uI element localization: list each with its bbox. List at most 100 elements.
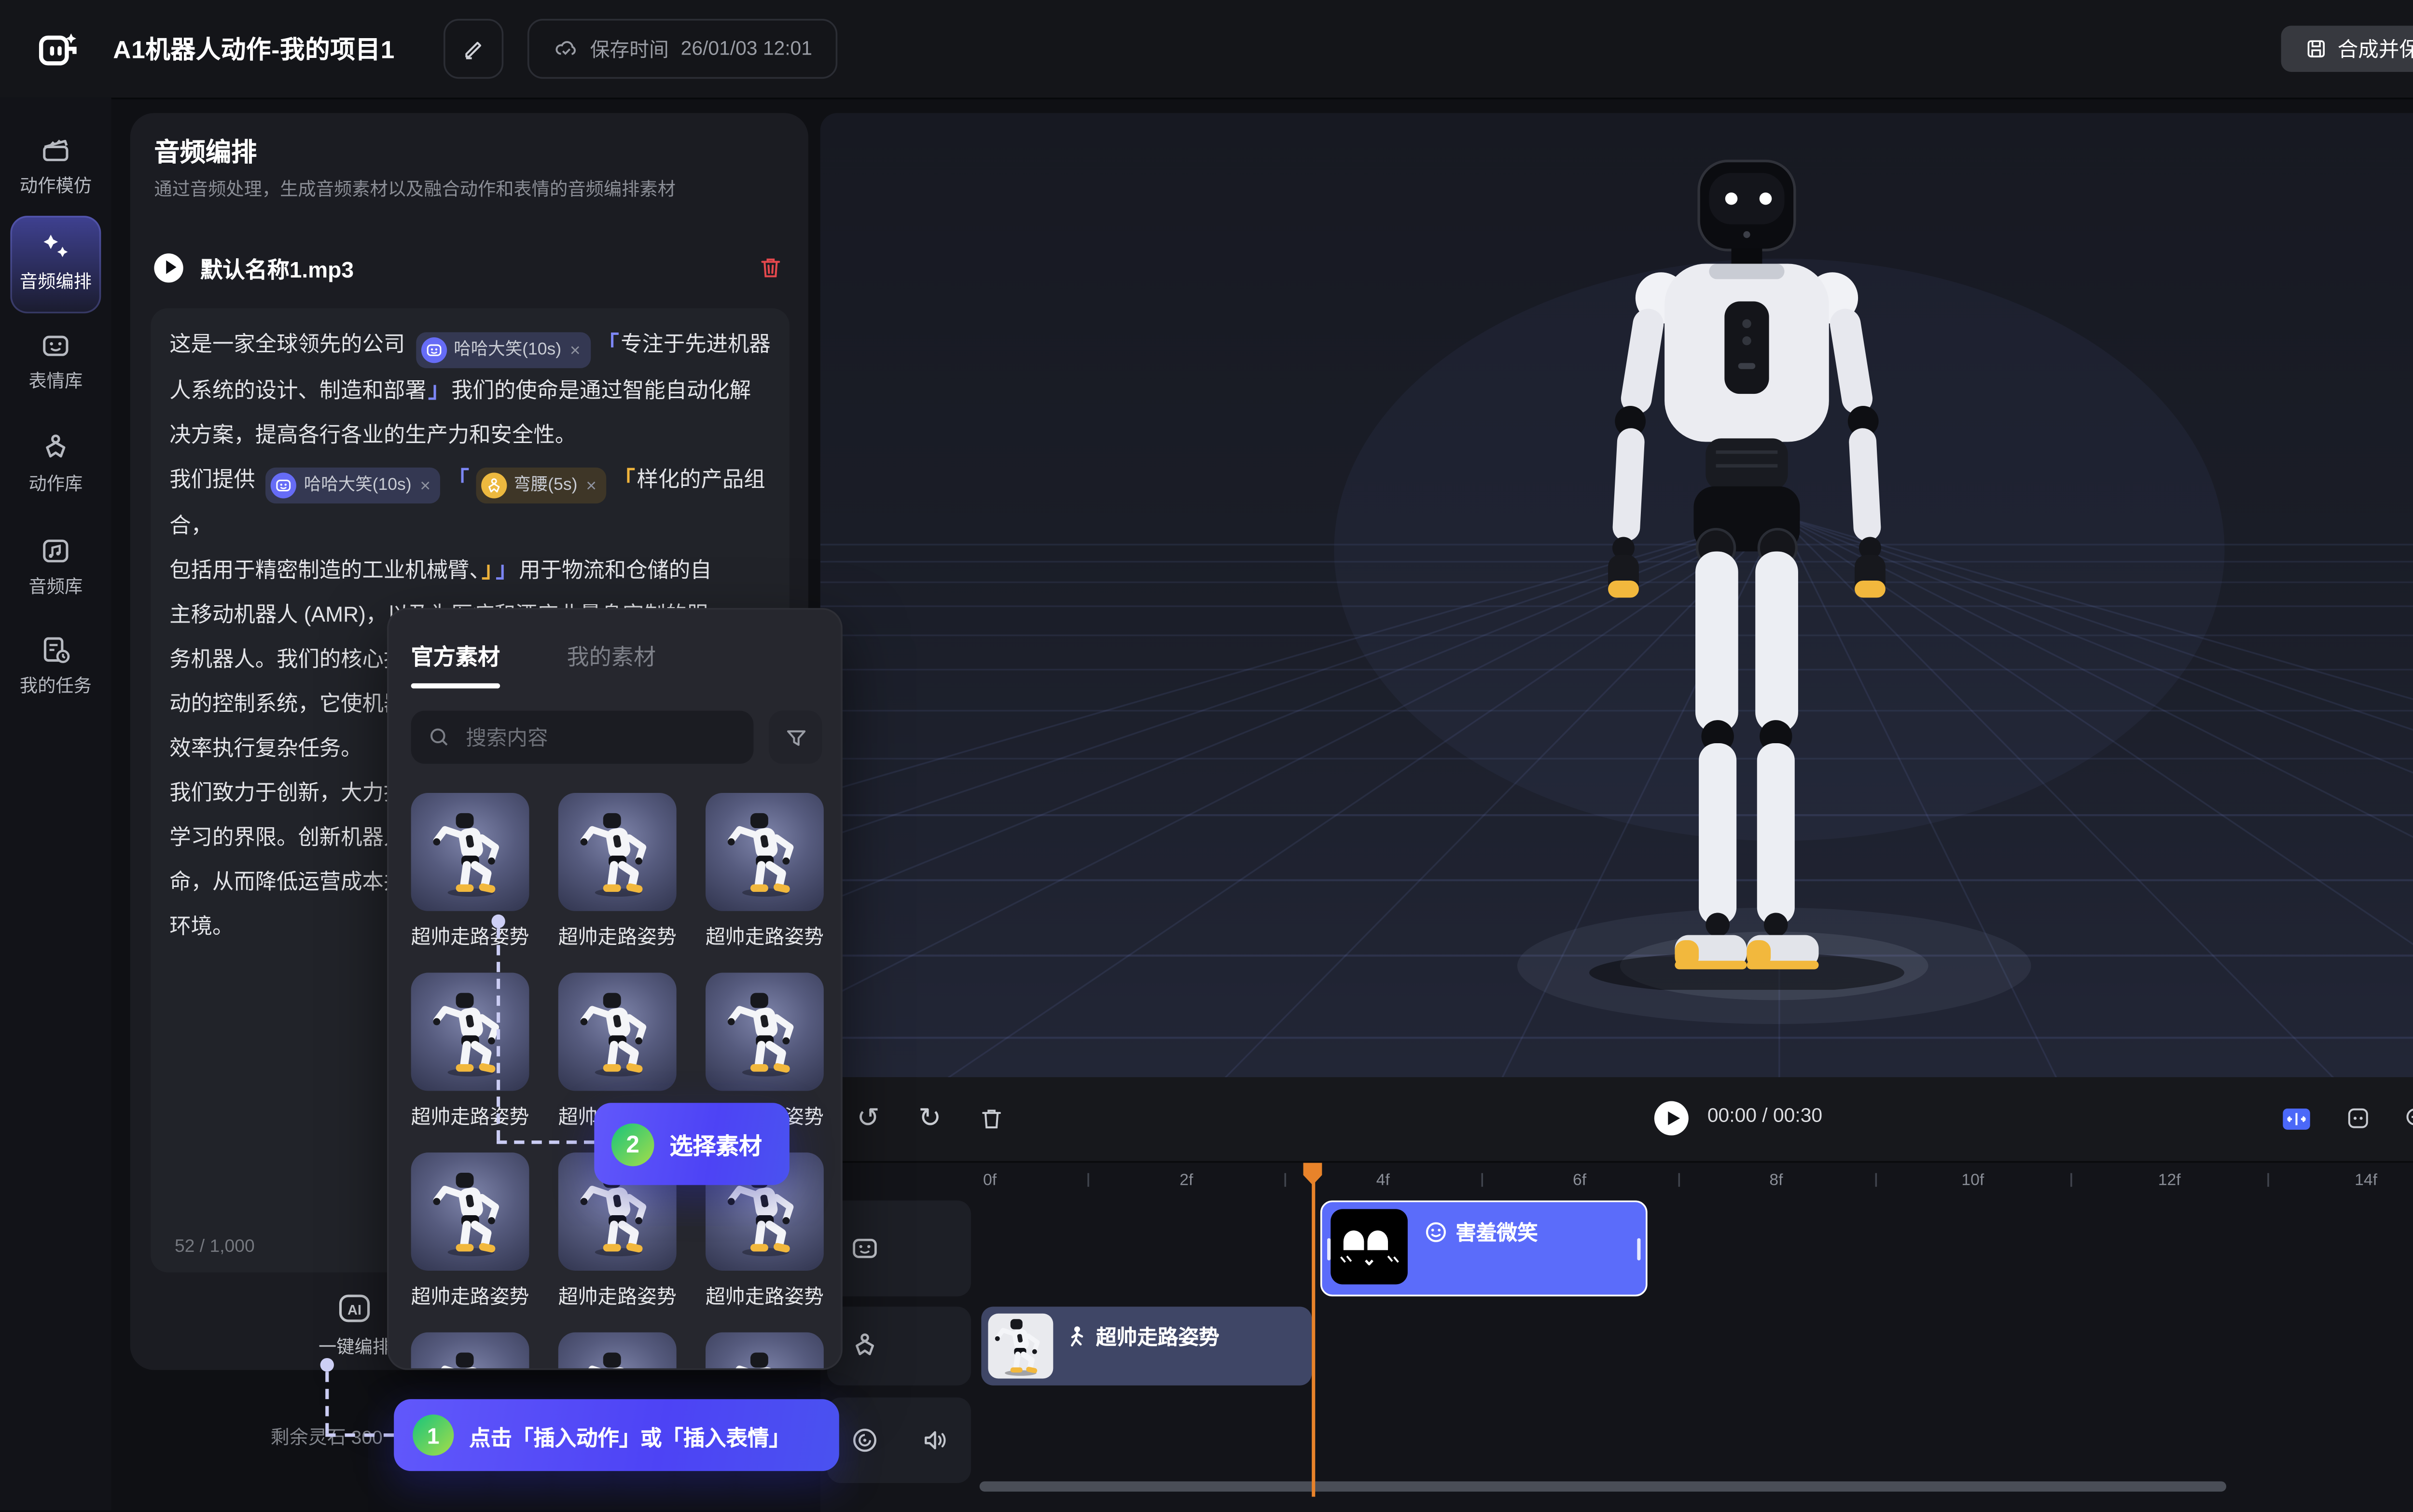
material-item[interactable]: 超帅走路姿势 xyxy=(558,1332,677,1370)
guide-step-2-number: 2 xyxy=(611,1123,654,1165)
guide-line-1-horizontal xyxy=(325,1433,394,1437)
redo-button[interactable]: ↻ xyxy=(913,1101,947,1136)
material-search[interactable] xyxy=(411,711,754,764)
frame-view-button[interactable] xyxy=(2341,1101,2375,1136)
guide-line-2-horizontal xyxy=(497,1140,594,1144)
sidebar-item-my-tasks[interactable]: 我的任务 xyxy=(0,634,111,699)
material-picker-popup: 官方素材 我的素材 超帅走路姿势...超帅走路姿势超帅走路姿势超帅走路姿势超帅走… xyxy=(387,608,843,1370)
delete-audio-icon[interactable] xyxy=(757,253,784,281)
tag-face-icon xyxy=(271,472,297,498)
material-item[interactable]: 超帅走路姿势 xyxy=(706,793,824,950)
material-item[interactable]: 超帅走路姿势 xyxy=(706,1332,824,1370)
tab-official-materials[interactable]: 官方素材 xyxy=(411,639,500,671)
tag-close-icon[interactable]: × xyxy=(420,463,430,508)
sidebar-item-expression-lib[interactable]: 表情库 xyxy=(0,329,111,394)
material-item-label: 超帅走路姿势 xyxy=(411,1283,529,1310)
sidebar-item-label: 表情库 xyxy=(28,368,83,394)
tag-label: 弯腰(5s) xyxy=(513,463,577,508)
timeline-scrollbar[interactable] xyxy=(980,1481,2226,1491)
guide-dot-2 xyxy=(491,915,505,928)
undo-button[interactable]: ↺ xyxy=(851,1101,886,1136)
expression-tag[interactable]: 哈哈大笑(10s)× xyxy=(416,332,591,368)
robot-model[interactable] xyxy=(1524,151,1969,990)
cloud-save-icon xyxy=(553,36,578,62)
tag-close-icon[interactable]: × xyxy=(570,328,581,373)
tag-label: 哈哈大笑(10s) xyxy=(454,328,561,373)
clip-right-handle[interactable] xyxy=(1637,1238,1640,1261)
zoom-out-icon xyxy=(2403,1105,2413,1132)
material-grid: 超帅走路姿势...超帅走路姿势超帅走路姿势超帅走路姿势超帅走路姿势超帅走路姿势超… xyxy=(411,793,827,1370)
sidebar-item-audio-arrange[interactable]: 音频编排 xyxy=(0,229,111,294)
save-time-indicator: 保存时间 26/01/03 12:01 xyxy=(527,19,838,79)
guide-step-1-number: 1 xyxy=(413,1415,454,1456)
material-item-label: 超帅走路姿势 xyxy=(706,1283,824,1310)
tasks-icon xyxy=(40,634,72,666)
speaker-icon[interactable] xyxy=(920,1425,951,1456)
material-item[interactable]: 超帅走路姿势 xyxy=(411,1152,529,1310)
smiley-icon xyxy=(1425,1221,1447,1243)
viewport-3d[interactable]: Z X Y xyxy=(820,113,2413,1077)
frame-icon xyxy=(2344,1105,2372,1132)
script-text: 包括用于精密制造的工业机械臂、 xyxy=(169,558,480,583)
synthesize-save-label: 合成并保存 xyxy=(2338,34,2413,63)
clapper-icon xyxy=(40,134,72,166)
expression-track-icon xyxy=(849,1233,880,1264)
rename-button[interactable] xyxy=(443,19,502,79)
guide-step-1-tooltip: 1 点击「插入动作」或「插入表情」 xyxy=(394,1399,839,1471)
timeline: 0f2f4f6f8f10f12f14f16f xyxy=(820,1161,2413,1512)
material-thumbnail xyxy=(706,1332,824,1370)
sidebar-item-motion-mimic[interactable]: 动作模仿 xyxy=(0,134,111,199)
motion-tag[interactable]: 弯腰(5s)× xyxy=(476,468,607,504)
tab-my-materials[interactable]: 我的素材 xyxy=(567,639,656,671)
search-input[interactable] xyxy=(462,723,726,751)
clip-left-handle[interactable] xyxy=(1327,1238,1331,1261)
delete-clip-button[interactable] xyxy=(974,1101,1009,1136)
sidebar-item-label: 动作模仿 xyxy=(20,173,92,198)
zoom-out-button[interactable] xyxy=(2399,1101,2413,1136)
synthesize-save-button[interactable]: 合成并保存 xyxy=(2281,26,2413,72)
sidebar-item-label: 音频编排 xyxy=(20,269,92,294)
material-thumbnail xyxy=(558,973,677,1091)
bracket-mark: 」 xyxy=(480,558,494,583)
motion-track-header xyxy=(827,1307,971,1386)
tab-active-underline xyxy=(411,683,500,689)
expression-clip-label: 害羞微笑 xyxy=(1456,1218,1538,1247)
expression-clip-thumb xyxy=(1331,1209,1408,1284)
audio-play-button[interactable] xyxy=(154,252,183,281)
material-item[interactable]: 超帅走路姿势 xyxy=(411,973,529,1130)
bracket-mark: 「 xyxy=(596,332,621,356)
playback-control-bar: ↺ ↻ 00:00 / 00:30 xyxy=(820,1077,2413,1161)
motion-clip[interactable]: 超帅走路姿势 xyxy=(981,1307,1312,1386)
audio-file-name: 默认名称1.mp3 xyxy=(200,251,757,283)
expression-clip[interactable]: 害羞微笑 xyxy=(1320,1200,1648,1296)
robot-face-icon xyxy=(40,329,72,361)
timeline-lane: 害羞微笑 超帅走路姿势 xyxy=(978,1163,2413,1512)
material-thumbnail xyxy=(558,793,677,911)
guide-step-2-tooltip: 2 选择素材 xyxy=(594,1103,790,1185)
fit-timeline-button[interactable] xyxy=(2279,1101,2314,1136)
sidebar-item-label: 我的任务 xyxy=(20,673,92,699)
top-bar: A1机器人动作-我的项目1 保存时间 26/01/03 12:01 合成并保存 xyxy=(0,0,2413,99)
material-item[interactable]: 超帅走路姿势... xyxy=(411,793,529,950)
sidebar: 动作模仿 音频编排 表情库 动作库 xyxy=(0,97,111,1511)
expression-tag[interactable]: 哈哈大笑(10s)× xyxy=(266,468,441,504)
sidebar-item-motion-lib[interactable]: 动作库 xyxy=(0,431,111,497)
script-text: 用于物流和仓储的自 xyxy=(519,558,711,583)
play-button[interactable] xyxy=(1654,1101,1689,1136)
shy-smile-face xyxy=(1331,1209,1408,1284)
tag-close-icon[interactable]: × xyxy=(586,463,596,508)
material-item-label: 超帅走路姿势... xyxy=(411,923,529,951)
material-thumbnail xyxy=(411,793,529,911)
filter-button[interactable] xyxy=(769,711,822,764)
voice-track-icon xyxy=(849,1425,880,1456)
guide-dot-1 xyxy=(320,1358,334,1372)
expression-track-header xyxy=(827,1200,971,1296)
bracket-mark: 」 xyxy=(427,378,452,402)
ai-arrange-button[interactable]: AI 一键编排 xyxy=(310,1290,399,1359)
material-item[interactable]: 超帅走路姿势 xyxy=(558,793,677,950)
material-item-label: 超帅走路姿势 xyxy=(411,1103,529,1130)
music-icon xyxy=(40,534,72,567)
sidebar-item-audio-lib[interactable]: 音频库 xyxy=(0,534,111,599)
app-root: A1机器人动作-我的项目1 保存时间 26/01/03 12:01 合成并保存 xyxy=(0,0,2413,1511)
material-item[interactable]: 超帅走路姿势 xyxy=(411,1332,529,1370)
